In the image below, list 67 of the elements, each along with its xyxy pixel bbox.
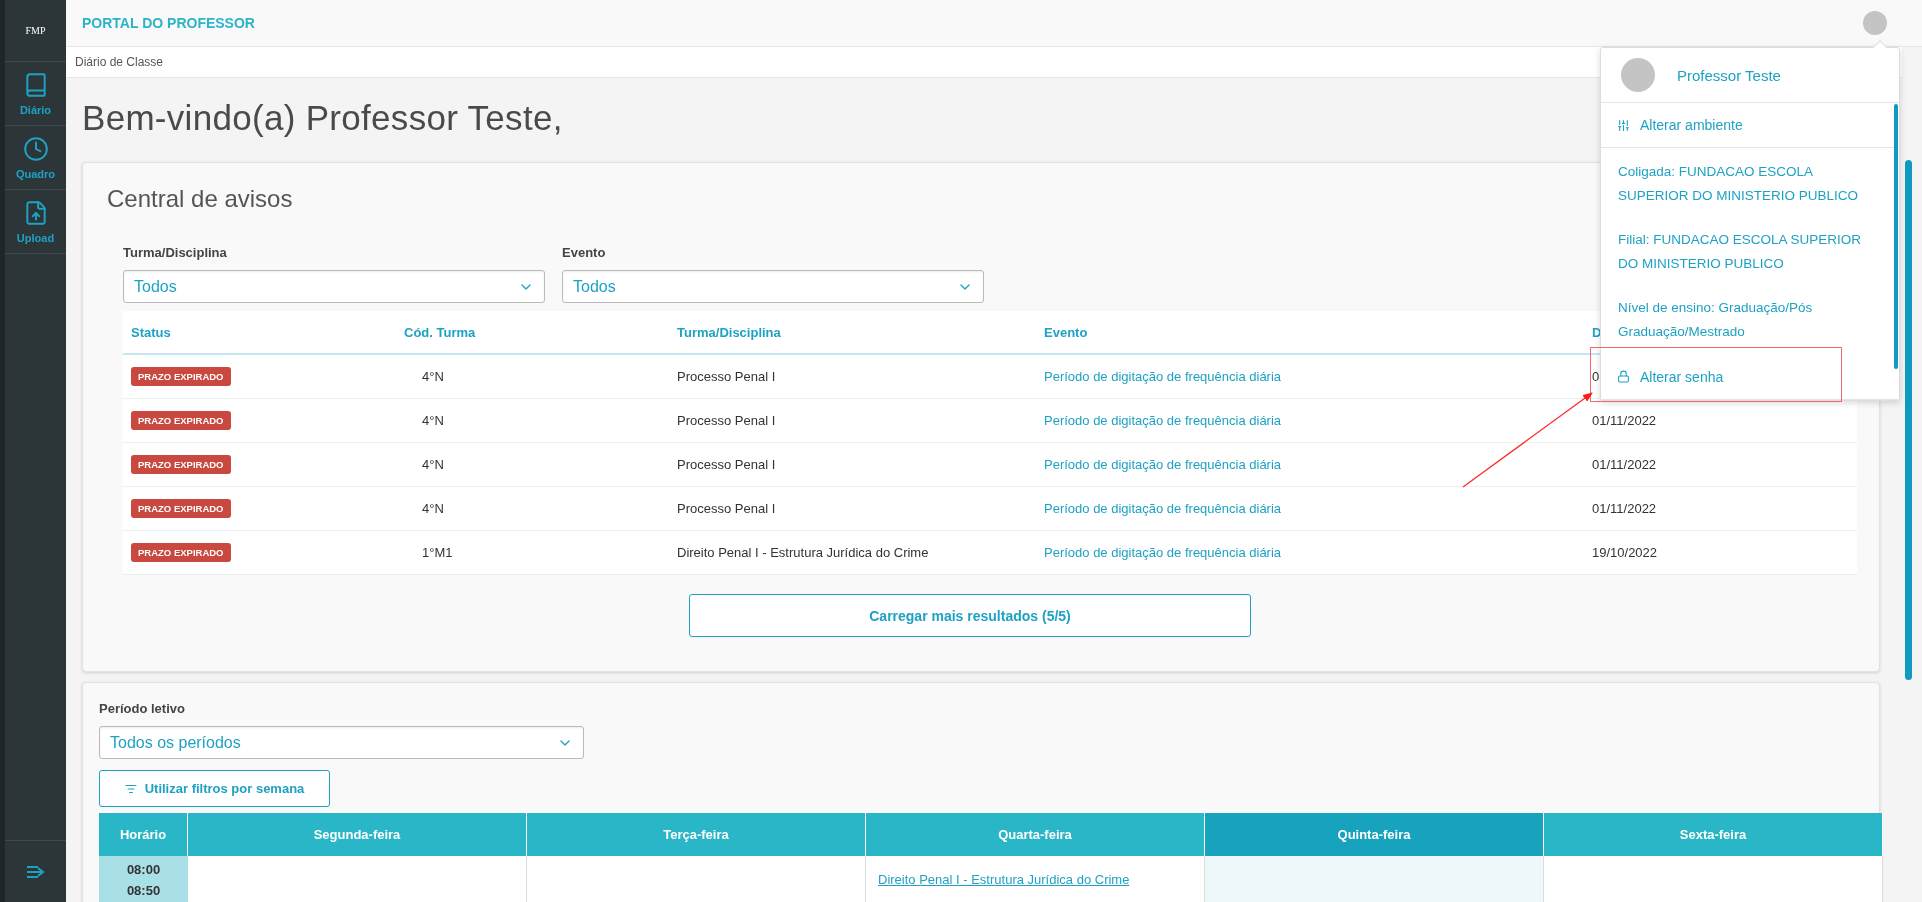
table-cell: 4°N [422, 369, 444, 384]
filter-select[interactable]: Todos [562, 270, 984, 303]
table-cell: 4°N [422, 501, 444, 516]
period-label: Período letivo [99, 701, 186, 716]
table-cell: 01/11/2022 [1592, 501, 1657, 516]
status-badge: PRAZO EXPIRADO [131, 455, 231, 474]
load-more-button[interactable]: Carregar mais resultados (5/5) [689, 594, 1251, 637]
table-cell: 1°M1 [422, 545, 453, 560]
clock-icon [22, 135, 49, 162]
table-cell: 4°N [422, 413, 444, 428]
filter-label: Turma/Disciplina [123, 245, 228, 260]
avatar [1621, 58, 1655, 92]
welcome-heading: Bem-vindo(a) Professor Teste, [82, 98, 563, 138]
column-header: Quarta-feira [866, 813, 1205, 856]
period-select[interactable]: Todos os períodos [99, 726, 584, 759]
table-cell: Direito Penal I - Estrutura Jurídica do Crime [677, 545, 929, 560]
column-header: Terça-feira [527, 813, 866, 856]
avatar[interactable] [1863, 11, 1887, 35]
table-cell: 0 [1592, 369, 1600, 384]
column-header: Horário [99, 813, 188, 856]
column-header: Segunda-feira [188, 813, 527, 856]
table-cell: Processo Penal I [677, 457, 776, 472]
portal-title: PORTAL DO PROFESSOR [82, 15, 255, 31]
event-link[interactable]: Período de digitação de frequência diária [1044, 545, 1282, 560]
change-password-item[interactable]: Alterar senha [1617, 368, 1724, 385]
table-cell: 19/10/2022 [1592, 545, 1658, 560]
status-badge: PRAZO EXPIRADO [131, 411, 231, 430]
table-cell: Processo Penal I [677, 369, 776, 384]
menu-info-text: Filial: FUNDACAO ESCOLA SUPERIOR DO MINISTERIO PUBLICO [1617, 231, 1863, 273]
menu-info-text: Coligada: FUNDACAO ESCOLA SUPERIOR DO MINISTERIO PUBLICO [1617, 163, 1860, 205]
week-filter-button[interactable]: Utilizar filtros por semana [99, 770, 330, 807]
menu-info-text: Nível de ensino: Graduação/Pós Graduação/Mestrado [1617, 299, 1814, 341]
event-link[interactable]: Período de digitação de frequência diária [1044, 369, 1282, 384]
collapse-icon[interactable] [26, 864, 45, 879]
column-header: Quinta-feira [1205, 813, 1544, 856]
lock-icon [1617, 370, 1630, 383]
status-badge: PRAZO EXPIRADO [131, 367, 231, 386]
filter-select[interactable]: Todos [123, 270, 545, 303]
table-cell: 01/11/2022 [1592, 457, 1657, 472]
column-header: Evento [1044, 324, 1088, 340]
event-link[interactable]: Período de digitação de frequência diária [1044, 413, 1282, 428]
status-badge: PRAZO EXPIRADO [131, 543, 231, 562]
filter-icon [124, 782, 137, 795]
scrollbar[interactable] [1894, 104, 1898, 369]
breadcrumb[interactable]: Diário de Classe [75, 55, 164, 69]
table-cell: Processo Penal I [677, 501, 776, 516]
table-cell: 01/11/2022 [1592, 413, 1657, 428]
card-title: Central de avisos [107, 185, 293, 213]
user-name: Professor Teste [1677, 66, 1781, 84]
status-badge: PRAZO EXPIRADO [131, 499, 231, 518]
column-header: Turma/Disciplina [677, 324, 781, 340]
sidebar-item[interactable]: Diário [5, 62, 66, 126]
sidebar-item[interactable]: Quadro [5, 126, 66, 190]
filter-label: Evento [562, 245, 607, 260]
column-header: Cód. Turma [404, 324, 476, 340]
table-cell: 4°N [422, 457, 444, 472]
column-header: Sexta-feira [1544, 813, 1883, 856]
sliders-icon [1617, 118, 1630, 132]
column-header: Status [131, 324, 171, 340]
time-text: 08:00 [126, 862, 161, 877]
event-link[interactable]: Período de digitação de frequência diária [1044, 457, 1282, 472]
class-link[interactable]: Direito Penal I - Estrutura Jurídica do Crime [878, 872, 1130, 887]
scrollbar[interactable] [1905, 160, 1912, 680]
table-cell: Processo Penal I [677, 413, 776, 428]
time-text: 08:50 [126, 883, 161, 898]
event-link[interactable]: Período de digitação de frequência diária [1044, 501, 1282, 516]
sidebar-item[interactable]: Upload [5, 190, 66, 254]
